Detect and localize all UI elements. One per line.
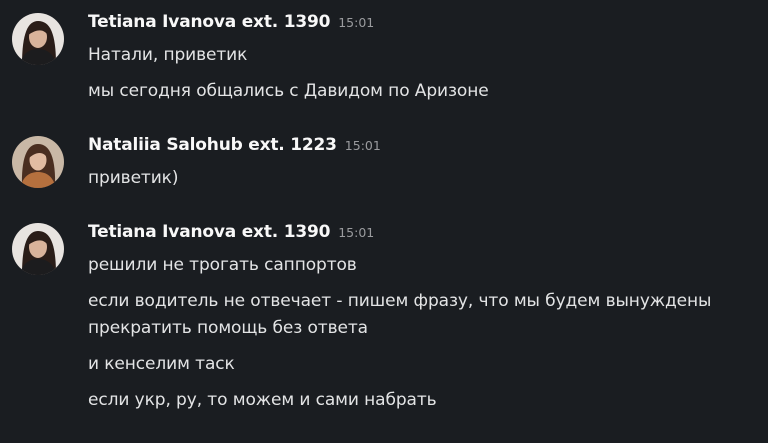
message-line: мы сегодня общались с Давидом по Аризоне — [88, 81, 489, 101]
message-header: Tetiana Ivanova ext. 1390 15:01 — [88, 12, 374, 32]
sender-name[interactable]: Tetiana Ivanova ext. 1390 — [88, 222, 330, 242]
message-line: приветик) — [88, 168, 179, 188]
message-line: решили не трогать саппортов — [88, 255, 357, 275]
woman-dark-hair-avatar-icon — [12, 223, 64, 275]
avatar[interactable] — [12, 136, 64, 188]
woman-dark-hair-avatar-icon — [12, 13, 64, 65]
sender-name[interactable]: Nataliia Salohub ext. 1223 — [88, 135, 337, 155]
timestamp[interactable]: 15:01 — [338, 15, 374, 30]
timestamp[interactable]: 15:01 — [338, 225, 374, 240]
avatar[interactable] — [12, 13, 64, 65]
message-header: Tetiana Ivanova ext. 1390 15:01 — [88, 222, 374, 242]
message-line: если водитель не отвечает - пишем фразу,… — [88, 291, 712, 338]
avatar[interactable] — [12, 223, 64, 275]
timestamp[interactable]: 15:01 — [345, 138, 381, 153]
chat-message-list: Tetiana Ivanova ext. 1390 15:01 Натали, п… — [0, 0, 768, 443]
woman-brown-hair-avatar-icon — [12, 136, 64, 188]
message-header: Nataliia Salohub ext. 1223 15:01 — [88, 135, 381, 155]
message-line: и кенселим таск — [88, 354, 235, 374]
sender-name[interactable]: Tetiana Ivanova ext. 1390 — [88, 12, 330, 32]
message-line: если укр, ру, то можем и сами набрать — [88, 390, 437, 410]
message-line: Натали, приветик — [88, 45, 248, 65]
